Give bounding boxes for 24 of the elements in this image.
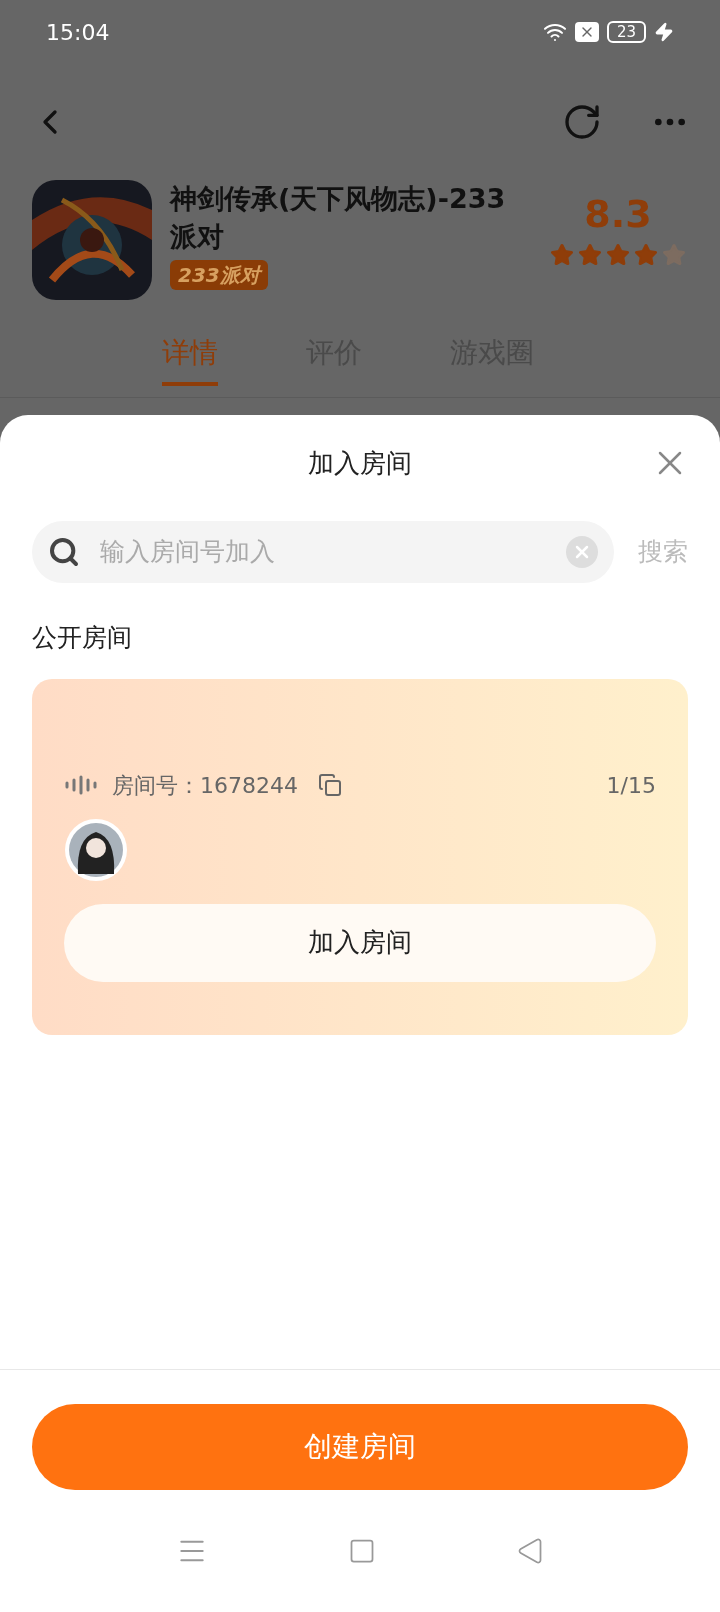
tab[interactable]: 详情 (162, 331, 218, 386)
copy-icon[interactable] (318, 773, 342, 797)
game-badge: 233派对 (170, 260, 268, 290)
create-room-button[interactable]: 创建房间 (32, 1404, 688, 1490)
join-room-button[interactable]: 加入房间 (64, 903, 656, 982)
battery-level: 23 (606, 21, 646, 43)
search-bar[interactable]: 输入房间号加入 (32, 521, 614, 583)
member-count: 1/15 (606, 771, 656, 800)
charging-icon (654, 22, 674, 42)
home-icon[interactable] (348, 1537, 376, 1565)
search-icon (48, 536, 80, 568)
voice-icon (64, 775, 98, 795)
room-number: 1678244 (200, 771, 298, 800)
sim-icon (574, 22, 599, 42)
room-number-label: 房间号： (112, 771, 200, 800)
avatar (64, 817, 128, 882)
sheet-title: 加入房间 (308, 446, 412, 480)
game-title: 神剑传承(天下风物志)-233派对 (170, 182, 507, 254)
section-title: 公开房间 (31, 622, 133, 654)
search-button[interactable]: 搜索 (638, 533, 688, 571)
search-input[interactable]: 输入房间号加入 (100, 533, 546, 571)
rating-score: 8.3 (584, 191, 652, 238)
back-nav-icon[interactable] (516, 1537, 544, 1565)
status-time: 15:04 (46, 18, 110, 47)
